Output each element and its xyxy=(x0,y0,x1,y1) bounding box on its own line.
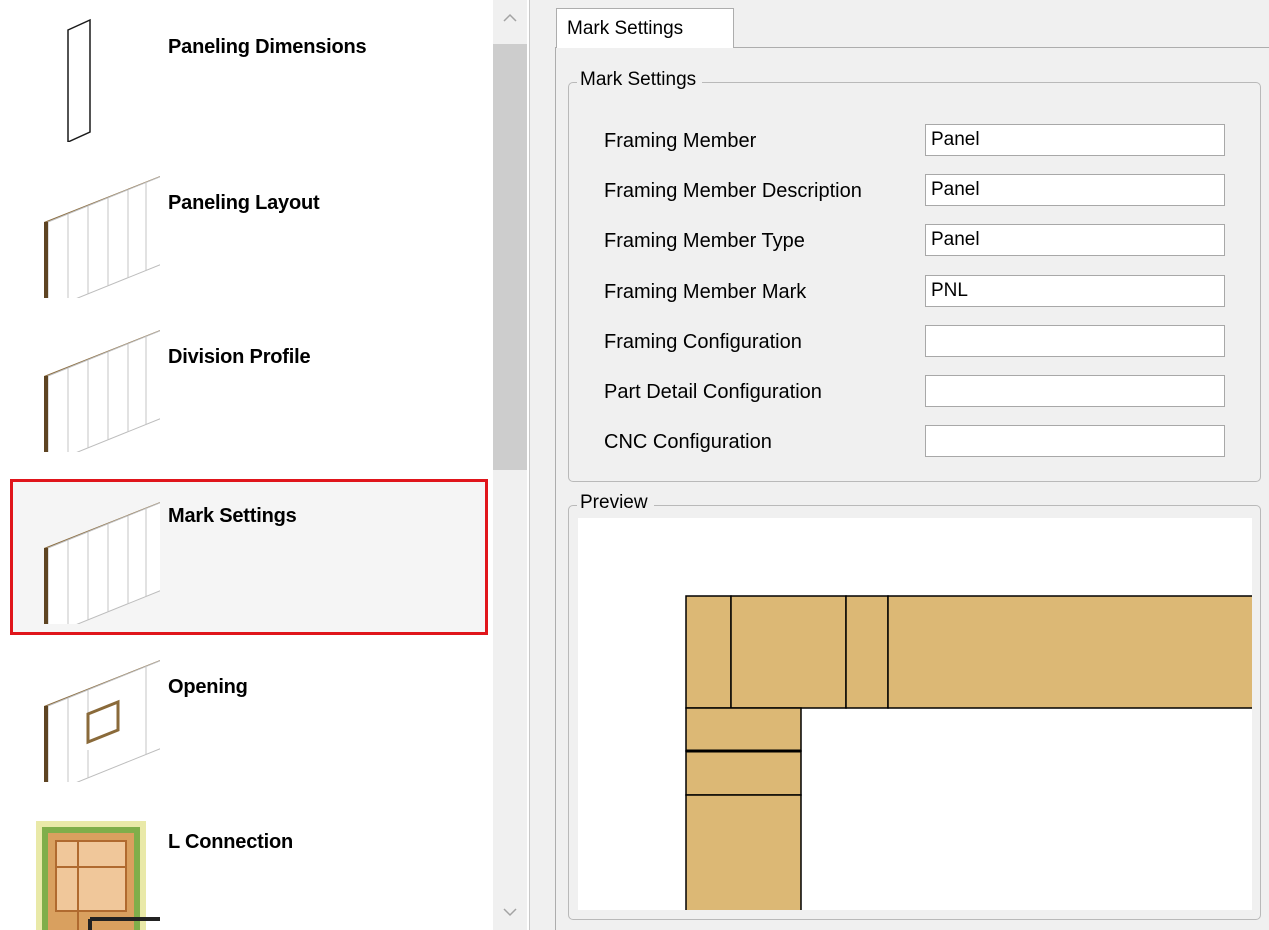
preview-panel xyxy=(685,794,802,910)
panel-preview-drawing xyxy=(685,595,1252,910)
l-connection-icon xyxy=(36,821,160,930)
group-title: Mark Settings xyxy=(577,69,703,91)
preview-panel xyxy=(685,707,802,752)
list-item-label: Mark Settings xyxy=(168,505,297,527)
framing-member-description-input[interactable] xyxy=(925,174,1225,206)
list-item-label: Paneling Dimensions xyxy=(168,36,367,58)
scrollbar-thumb[interactable] xyxy=(493,44,527,470)
framing-member-type-label: Framing Member Type xyxy=(604,230,805,252)
chevron-down-icon[interactable] xyxy=(493,894,527,930)
mark-settings-icon xyxy=(44,502,160,624)
list-item-division-profile[interactable]: Division Profile xyxy=(10,310,488,460)
part-detail-configuration-input[interactable] xyxy=(925,375,1225,407)
cnc-configuration-label: CNC Configuration xyxy=(604,431,772,453)
preview-canvas[interactable] xyxy=(578,518,1252,910)
settings-category-list: Paneling Dimensions Paneling Layout Divi… xyxy=(0,0,530,930)
tab-mark-settings[interactable]: Mark Settings xyxy=(556,8,734,48)
framing-configuration-label: Framing Configuration xyxy=(604,331,802,353)
framing-member-label: Framing Member xyxy=(604,130,757,152)
chevron-up-icon[interactable] xyxy=(493,0,527,36)
list-item-mark-settings[interactable]: Mark Settings xyxy=(10,479,488,635)
list-scrollbar[interactable] xyxy=(493,0,527,930)
framing-member-type-input[interactable] xyxy=(925,224,1225,256)
preview-panel xyxy=(685,595,732,709)
framing-configuration-input[interactable] xyxy=(925,325,1225,357)
list-item-label: Opening xyxy=(168,676,248,698)
framing-member-value: Panel xyxy=(925,124,1225,156)
framing-member-description-label: Framing Member Description xyxy=(604,180,862,202)
list-item-label: Division Profile xyxy=(168,346,311,368)
opening-icon xyxy=(44,660,160,782)
preview-panel xyxy=(845,595,889,709)
paneling-layout-icon xyxy=(44,176,160,298)
part-detail-configuration-label: Part Detail Configuration xyxy=(604,381,822,403)
framing-member-mark-label: Framing Member Mark xyxy=(604,281,807,303)
list-item-paneling-layout[interactable]: Paneling Layout xyxy=(10,156,488,306)
preview-panel xyxy=(685,750,802,796)
list-item-paneling-dimensions[interactable]: Paneling Dimensions xyxy=(10,0,488,150)
list-item-label: Paneling Layout xyxy=(168,192,320,214)
group-title: Preview xyxy=(577,492,654,514)
list-item-label: L Connection xyxy=(168,831,294,853)
cnc-configuration-input[interactable] xyxy=(925,425,1225,457)
preview-panel xyxy=(730,595,847,709)
panel-dimensions-icon xyxy=(67,18,91,142)
framing-member-mark-input[interactable] xyxy=(925,275,1225,307)
preview-panel xyxy=(887,595,1252,709)
list-item-opening[interactable]: Opening xyxy=(10,640,488,790)
list-item-l-connection[interactable]: L Connection xyxy=(10,795,488,930)
division-profile-icon xyxy=(44,330,160,452)
